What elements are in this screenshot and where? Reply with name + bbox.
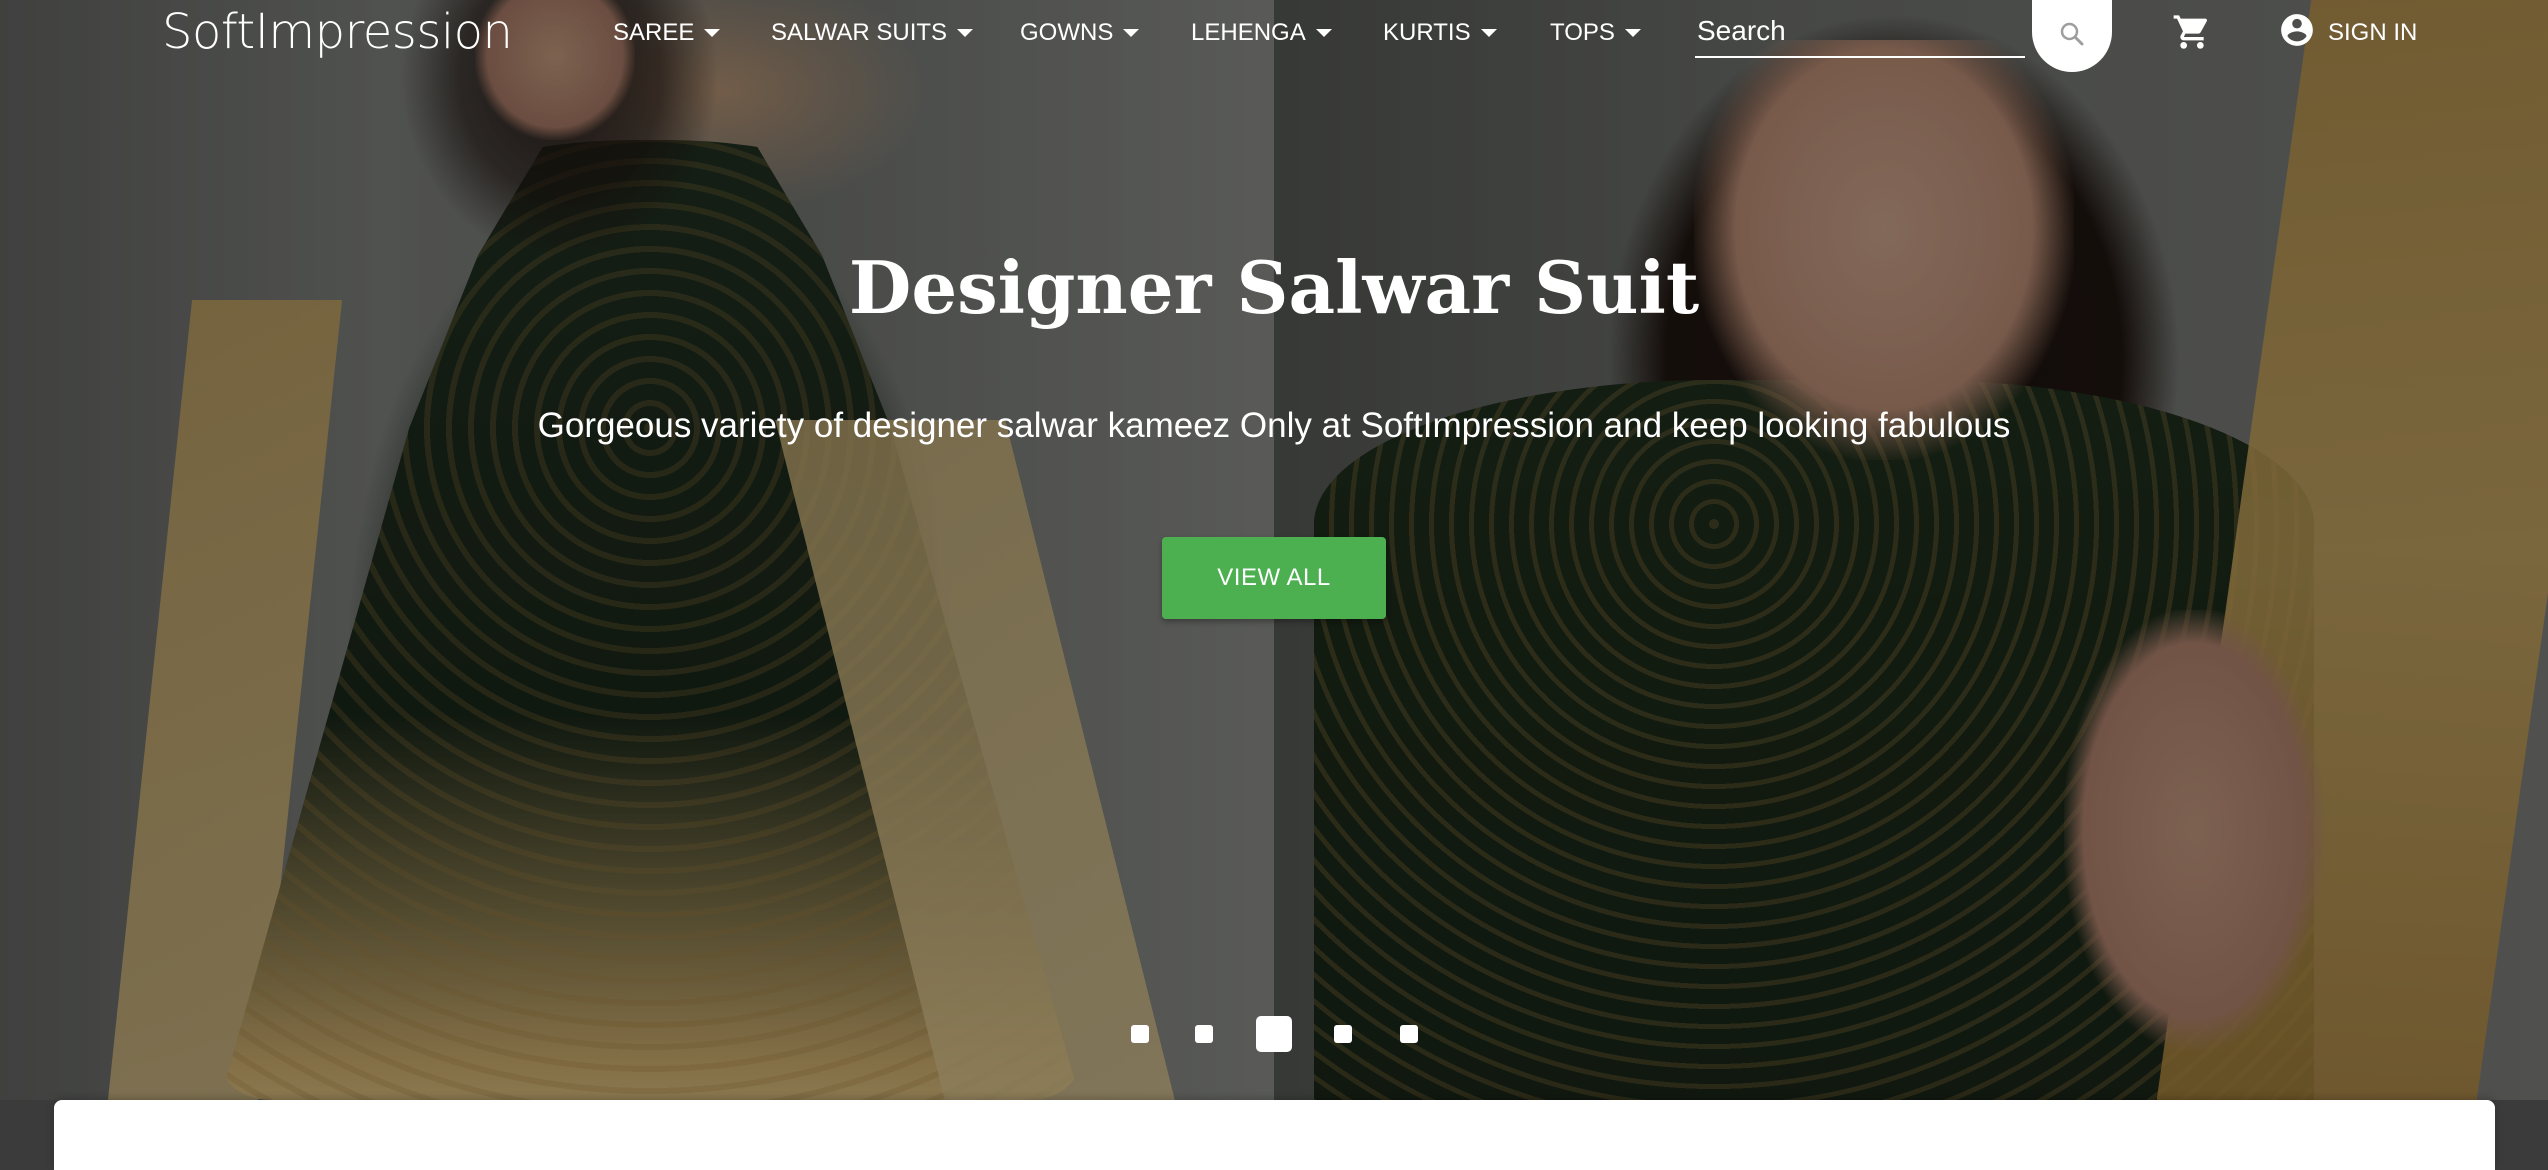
caret-down-icon xyxy=(1624,29,1641,37)
nav-item-label: LEHENGA xyxy=(1191,19,1306,46)
navbar: SoftImpression SAREE SALWAR SUITS GOWNS … xyxy=(0,0,2548,72)
caret-down-icon xyxy=(1315,29,1332,37)
search-input[interactable] xyxy=(1695,8,2025,54)
nav-item-label: TOPS xyxy=(1550,19,1615,46)
carousel-indicator-5[interactable] xyxy=(1400,1025,1418,1043)
hero-subtitle: Gorgeous variety of designer salwar kame… xyxy=(537,406,2011,445)
nav-item-label: GOWNS xyxy=(1020,19,1114,46)
search-icon xyxy=(2057,19,2087,54)
caret-down-icon xyxy=(1123,29,1140,37)
view-all-button[interactable]: VIEW ALL xyxy=(1162,537,1386,619)
cart-button[interactable] xyxy=(2170,12,2214,56)
caret-down-icon xyxy=(704,29,721,37)
nav-item-salwar-suits[interactable]: SALWAR SUITS xyxy=(771,16,974,50)
nav-item-label: SAREE xyxy=(613,19,695,46)
hero-carousel: Designer Salwar Suit Gorgeous variety of… xyxy=(0,0,2548,1100)
search-button[interactable] xyxy=(2032,0,2112,72)
carousel-indicator-3-active[interactable] xyxy=(1256,1016,1292,1052)
nav-item-tops[interactable]: TOPS xyxy=(1550,16,1641,50)
cart-icon xyxy=(2172,12,2212,57)
caret-down-icon xyxy=(1480,29,1497,37)
caret-down-icon xyxy=(957,29,974,37)
carousel-indicators xyxy=(0,1010,2548,1052)
sign-in-label: SIGN IN xyxy=(2328,19,2418,46)
content-card xyxy=(54,1100,2495,1170)
hero-title: Designer Salwar Suit xyxy=(848,245,1700,330)
sign-in-button[interactable]: SIGN IN xyxy=(2278,12,2417,54)
nav-item-gowns[interactable]: GOWNS xyxy=(1020,16,1140,50)
carousel-indicator-1[interactable] xyxy=(1131,1025,1149,1043)
nav-item-label: SALWAR SUITS xyxy=(771,19,948,46)
carousel-indicator-2[interactable] xyxy=(1195,1025,1213,1043)
search-field xyxy=(1695,8,2025,58)
carousel-indicator-4[interactable] xyxy=(1334,1025,1352,1043)
nav-item-saree[interactable]: SAREE xyxy=(613,16,721,50)
account-circle-icon xyxy=(2278,11,2316,56)
nav-item-lehenga[interactable]: LEHENGA xyxy=(1191,16,1332,50)
nav-item-label: KURTIS xyxy=(1383,19,1471,46)
brand-logo[interactable]: SoftImpression xyxy=(162,2,513,62)
nav-item-kurtis[interactable]: KURTIS xyxy=(1383,16,1497,50)
